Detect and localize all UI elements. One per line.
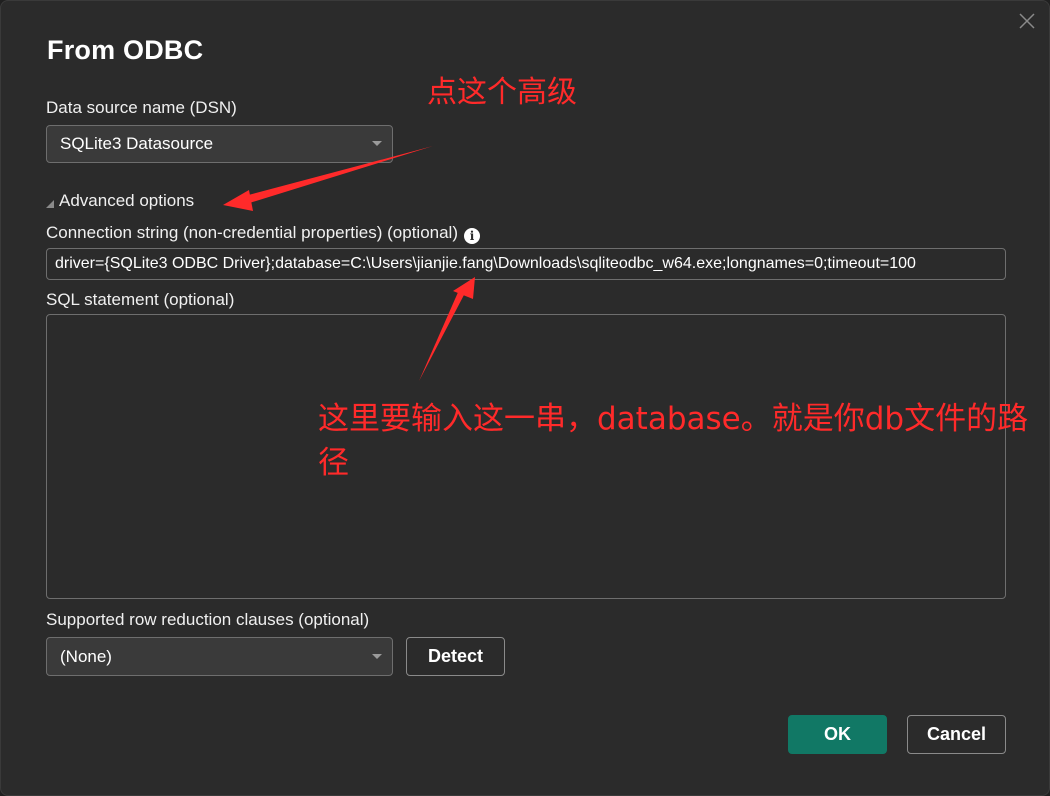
row-reduction-selected-value: (None) bbox=[60, 646, 112, 666]
close-icon bbox=[1019, 13, 1035, 29]
ok-button[interactable]: OK bbox=[788, 715, 887, 754]
advanced-options-toggle[interactable]: Advanced options bbox=[46, 191, 194, 211]
dsn-label: Data source name (DSN) bbox=[46, 98, 237, 117]
row-reduction-select[interactable]: (None) bbox=[46, 637, 393, 676]
close-button[interactable] bbox=[1013, 7, 1043, 37]
detect-button[interactable]: Detect bbox=[406, 637, 505, 676]
cancel-button[interactable]: Cancel bbox=[907, 715, 1006, 754]
dsn-select[interactable]: SQLite3 Datasource bbox=[46, 125, 393, 163]
sql-statement-label: SQL statement (optional) bbox=[46, 290, 235, 309]
dialog-title: From ODBC bbox=[47, 35, 204, 65]
connection-string-input[interactable]: driver={SQLite3 ODBC Driver};database=C:… bbox=[46, 248, 1006, 280]
odbc-dialog: From ODBC Data source name (DSN) SQLite3… bbox=[0, 0, 1050, 796]
info-icon[interactable]: i bbox=[464, 228, 480, 244]
chevron-down-icon bbox=[372, 653, 382, 659]
annotation-database-path: 这里要输入这一串，database。就是你db文件的路 径 bbox=[318, 397, 1028, 485]
connection-string-label: Connection string (non-credential proper… bbox=[46, 223, 480, 244]
connection-string-label-text: Connection string (non-credential proper… bbox=[46, 223, 458, 242]
annotation-click-advanced: 点这个高级 bbox=[427, 75, 577, 110]
advanced-options-label: Advanced options bbox=[59, 191, 195, 210]
chevron-down-icon bbox=[372, 141, 382, 146]
row-reduction-label: Supported row reduction clauses (optiona… bbox=[46, 610, 370, 629]
annotation-database-path-line-1: 这里要输入这一串，database。就是你db文件的路 bbox=[318, 401, 1029, 437]
annotation-database-path-line-2: 径 bbox=[318, 445, 349, 481]
expand-triangle-icon bbox=[46, 200, 54, 208]
dsn-selected-value: SQLite3 Datasource bbox=[60, 134, 214, 153]
